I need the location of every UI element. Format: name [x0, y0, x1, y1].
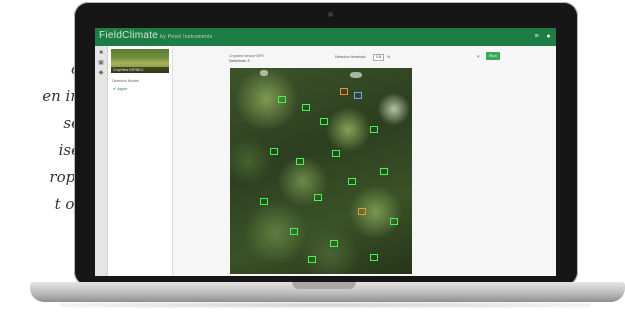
- detection-box[interactable]: [308, 256, 316, 263]
- caption-line: se: [63, 114, 80, 132]
- threshold-unit: %: [387, 55, 391, 59]
- menu-icon[interactable]: ≡: [533, 33, 540, 40]
- detection-box[interactable]: [270, 148, 278, 155]
- caption-line: en in: [42, 87, 80, 105]
- detection-box[interactable]: [330, 240, 338, 247]
- laptop-notch: [292, 282, 356, 289]
- laptop-shadow: [60, 302, 590, 308]
- caption-line: rop,: [49, 168, 80, 186]
- detection-box[interactable]: [290, 228, 298, 235]
- detection-box[interactable]: [370, 126, 378, 133]
- caption-text: o en in se ise rop, t of: [0, 56, 80, 218]
- home-icon[interactable]: ■: [98, 50, 104, 56]
- detection-box[interactable]: [348, 178, 356, 185]
- detection-box[interactable]: [380, 168, 388, 175]
- detection-box[interactable]: [260, 198, 268, 205]
- threshold-input[interactable]: 0.8: [373, 54, 384, 61]
- sidebar: CropView 03F9BC1 Detection Models ✔ Appl…: [108, 46, 173, 276]
- detection-box[interactable]: [278, 96, 286, 103]
- detection-box[interactable]: [302, 104, 310, 111]
- camera-icon[interactable]: ▣: [98, 60, 104, 66]
- detection-box[interactable]: [390, 218, 398, 225]
- app-header: FieldClimate by Pessl Instruments ≡ ●: [95, 28, 556, 46]
- caption-line: t of: [54, 195, 80, 213]
- icon-rail: ■ ▣ ◆: [95, 46, 108, 276]
- sidebar-item-apple[interactable]: ✔ Apple: [113, 86, 127, 91]
- device-info: Cropview device 03F9: [229, 54, 264, 58]
- main-panel: Cropview device 03F9 Detections: 3 Detec…: [173, 46, 556, 276]
- detection-box[interactable]: [354, 92, 362, 99]
- thumbnail-label: CropView 03F9BC1: [111, 67, 169, 73]
- brand-sub: by Pessl Instruments: [160, 34, 213, 40]
- detection-box[interactable]: [320, 118, 328, 125]
- user-icon[interactable]: ●: [545, 33, 552, 40]
- crop-image[interactable]: [230, 68, 412, 274]
- app-logo[interactable]: FieldClimate by Pessl Instruments: [99, 30, 213, 41]
- webcam: [328, 12, 333, 17]
- device-thumbnail[interactable]: CropView 03F9BC1: [111, 49, 169, 73]
- detection-box[interactable]: [296, 158, 304, 165]
- chart-icon[interactable]: ◆: [98, 70, 104, 76]
- caption-line: o: [0, 56, 80, 83]
- brand-name: FieldClimate: [99, 30, 159, 41]
- detection-box[interactable]: [370, 254, 378, 261]
- chevron-down-icon[interactable]: ▾: [477, 54, 480, 60]
- detection-box[interactable]: [332, 150, 340, 157]
- caption-line: ise: [58, 141, 80, 159]
- detection-box[interactable]: [314, 194, 322, 201]
- sidebar-section-header: Detection Models: [112, 79, 140, 83]
- sky-patch: [350, 72, 362, 78]
- detection-box[interactable]: [340, 88, 348, 95]
- detection-box[interactable]: [358, 208, 366, 215]
- threshold-label: Detection threshold:: [335, 55, 367, 59]
- detection-count: Detections: 3: [229, 59, 250, 63]
- laptop-screen: FieldClimate by Pessl Instruments ≡ ● ■ ▣…: [95, 28, 556, 276]
- run-button[interactable]: Run: [486, 52, 500, 60]
- sky-patch: [260, 70, 268, 76]
